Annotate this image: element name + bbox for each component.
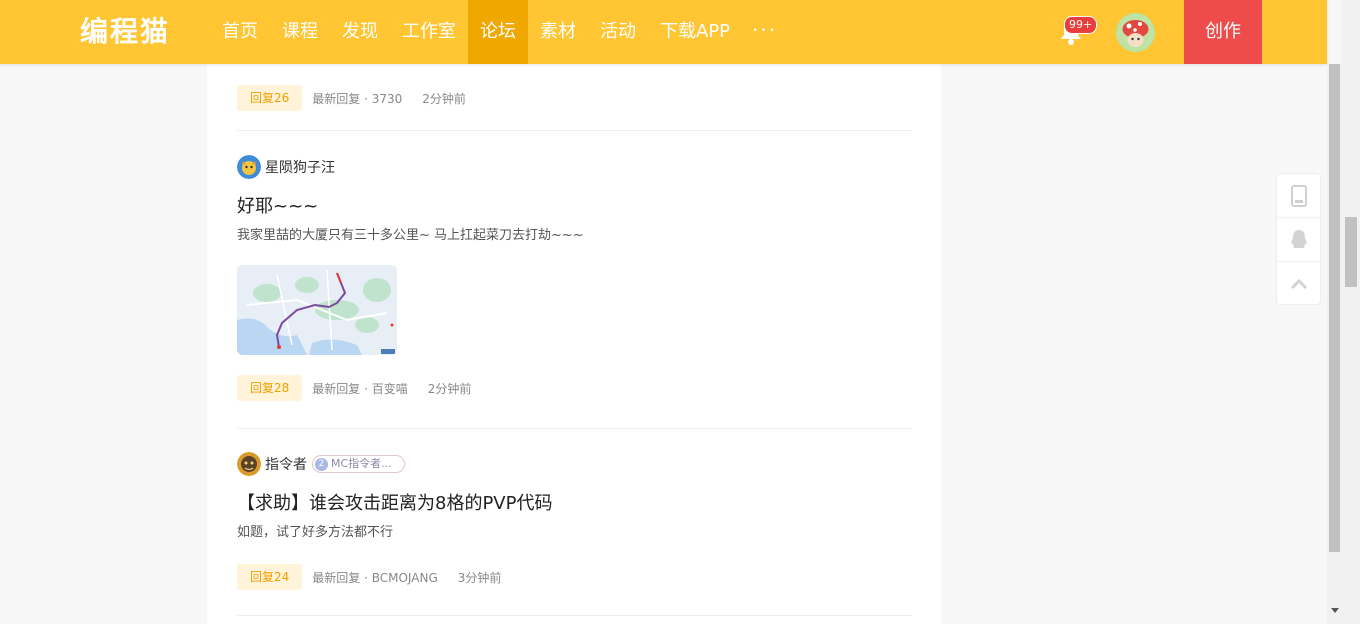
post-summary: 我家里喆的大厦只有三十多公里~ 马上扛起菜刀去打劫~~~ <box>237 228 584 243</box>
post-divider <box>237 428 912 429</box>
post-time: 3分钟前 <box>457 570 502 585</box>
post-image-map[interactable] <box>237 265 397 355</box>
nav-forum[interactable]: 论坛 <box>468 0 528 64</box>
post-time: 2分钟前 <box>422 91 466 106</box>
post-author: 指令者 2 MC指令者... <box>237 452 912 476</box>
qq-icon[interactable] <box>1277 218 1320 262</box>
content-scrollbar[interactable] <box>1327 64 1342 624</box>
post-divider <box>237 615 912 616</box>
reply-count-badge: 回复26 <box>237 85 303 111</box>
post-time: 2分钟前 <box>427 381 472 396</box>
post-title[interactable]: 好耶~~~ <box>237 195 912 219</box>
author-name[interactable]: 指令者 <box>265 454 307 474</box>
create-button[interactable]: 创作 <box>1184 0 1262 64</box>
tag-level: 2 <box>315 457 328 471</box>
nav-courses[interactable]: 课程 <box>270 0 330 64</box>
nav-home[interactable]: 首页 <box>210 0 270 64</box>
nav-studio[interactable]: 工作室 <box>390 0 468 64</box>
latest-reply: 最新回复 · BCMOJANG <box>312 570 438 585</box>
forum-post-list: 回复26 最新回复 · 3730 2分钟前 星陨狗子汪 好耶~~~ 我家里喆的大… <box>207 0 941 624</box>
post-summary: 如题，试了好多方法都不行 <box>237 525 394 540</box>
author-avatar[interactable] <box>237 452 261 476</box>
back-to-top-icon[interactable] <box>1277 262 1320 306</box>
phone-icon[interactable] <box>1277 174 1320 218</box>
latest-reply: 最新回复 · 3730 <box>312 91 403 106</box>
main-nav: 首页 课程 发现 工作室 论坛 素材 活动 下载APP ··· <box>210 0 787 64</box>
post-title[interactable]: 【求助】谁会攻击距离为8格的PVP代码 <box>237 492 912 516</box>
nav-materials[interactable]: 素材 <box>528 0 588 64</box>
post-meta: 回复24 最新回复 · BCMOJANG 3分钟前 <box>237 564 912 590</box>
page-scrollbar[interactable] <box>1342 0 1360 624</box>
scroll-down-arrow-icon[interactable] <box>1331 608 1339 613</box>
latest-reply: 最新回复 · 百变喵 <box>312 381 408 396</box>
nav-discover[interactable]: 发现 <box>330 0 390 64</box>
notification-badge: 99+ <box>1064 16 1098 34</box>
post-item[interactable]: 指令者 2 MC指令者... 【求助】谁会攻击距离为8格的PVP代码 如题，试了… <box>237 452 912 590</box>
post-author: 星陨狗子汪 <box>237 155 912 179</box>
top-header: 编程猫 首页 课程 发现 工作室 论坛 素材 活动 下载APP ··· 99+ … <box>0 0 1327 64</box>
nav-download-app[interactable]: 下载APP <box>648 0 742 64</box>
content-scroll-thumb[interactable] <box>1329 64 1340 552</box>
post-item[interactable]: 回复26 最新回复 · 3730 2分钟前 <box>237 85 912 111</box>
post-meta: 回复26 最新回复 · 3730 2分钟前 <box>237 85 912 111</box>
author-avatar[interactable] <box>237 155 261 179</box>
post-item[interactable]: 星陨狗子汪 好耶~~~ 我家里喆的大厦只有三十多公里~ 马上扛起菜刀去打劫~~~ <box>237 155 912 401</box>
reply-count-badge: 回复28 <box>237 375 303 401</box>
tag-text: MC指令者... <box>331 457 392 470</box>
site-logo[interactable]: 编程猫 <box>80 14 170 50</box>
side-toolbar <box>1276 173 1321 305</box>
post-meta: 回复28 最新回复 · 百变喵 2分钟前 <box>237 375 912 401</box>
author-name[interactable]: 星陨狗子汪 <box>265 157 335 177</box>
nav-activities[interactable]: 活动 <box>588 0 648 64</box>
reply-count-badge: 回复24 <box>237 564 303 590</box>
page-scroll-thumb[interactable] <box>1345 217 1357 287</box>
user-avatar[interactable] <box>1116 13 1155 52</box>
nav-more-icon[interactable]: ··· <box>742 0 787 64</box>
author-title-tag[interactable]: 2 MC指令者... <box>312 455 405 473</box>
post-divider <box>237 130 912 131</box>
